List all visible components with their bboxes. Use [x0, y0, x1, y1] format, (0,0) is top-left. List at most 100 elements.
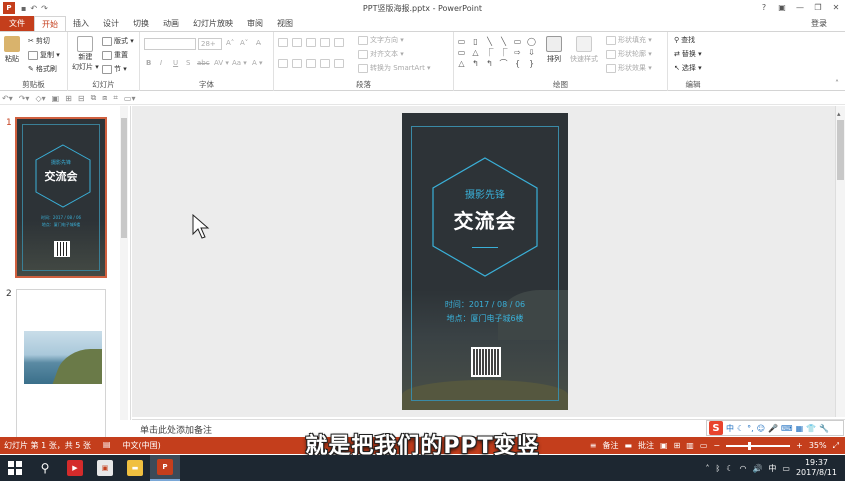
- smartart-button[interactable]: 转换为 SmartArt ▾: [358, 63, 431, 73]
- search-button[interactable]: ⚲: [30, 455, 60, 481]
- notes-toggle-label[interactable]: 备注: [602, 440, 618, 451]
- spellcheck-icon[interactable]: ▤: [103, 440, 111, 451]
- tab-design[interactable]: 设计: [96, 16, 126, 31]
- shrink-font-button[interactable]: A˅: [240, 39, 248, 47]
- minimize-icon[interactable]: —: [791, 0, 809, 14]
- undo-icon[interactable]: ↶: [30, 4, 37, 13]
- shadow-button[interactable]: S: [186, 59, 190, 67]
- tab-slideshow[interactable]: 幻灯片放映: [186, 16, 240, 31]
- arrange-button[interactable]: 排列: [546, 36, 562, 64]
- taskbar-app-1[interactable]: ▶: [60, 455, 90, 481]
- wrench-icon[interactable]: 🔧: [819, 424, 829, 433]
- new-slide-button[interactable]: 新建 幻灯片 ▾: [72, 36, 99, 72]
- comments-toggle-label[interactable]: 批注: [638, 440, 654, 451]
- action-center-icon[interactable]: ▭: [782, 464, 790, 473]
- punctuation-icon[interactable]: °,: [747, 424, 754, 433]
- panel-scroll-thumb[interactable]: [121, 118, 127, 238]
- sogou-logo-icon[interactable]: S: [709, 421, 723, 435]
- tab-transitions[interactable]: 切换: [126, 16, 156, 31]
- find-button[interactable]: ⚲ 查找: [674, 35, 695, 45]
- paste-button[interactable]: 粘贴: [4, 36, 20, 64]
- text-direction-button[interactable]: 文字方向 ▾: [358, 35, 404, 45]
- tab-insert[interactable]: 插入: [66, 16, 96, 31]
- zoom-level[interactable]: 35%: [809, 441, 827, 450]
- curved-arrow-icon[interactable]: ↰: [484, 59, 495, 68]
- canvas-scroll-thumb[interactable]: [837, 120, 844, 180]
- bold-button[interactable]: B: [146, 59, 151, 67]
- align-buttons[interactable]: [278, 59, 344, 68]
- rounded-rect-shape-icon[interactable]: ▭: [456, 48, 467, 57]
- zoom-slider-knob[interactable]: [748, 441, 752, 450]
- login-link[interactable]: 登录: [811, 16, 827, 31]
- elbow-arrow-icon[interactable]: ⎾: [498, 48, 509, 57]
- ime-mode-indicator[interactable]: 中: [726, 423, 734, 434]
- taskbar-powerpoint[interactable]: P: [150, 455, 180, 481]
- underline-button[interactable]: U: [173, 59, 178, 67]
- taskbar-app-2[interactable]: ▣: [90, 455, 120, 481]
- align-tool-icon[interactable]: ⊟: [78, 94, 85, 103]
- slide-time-text[interactable]: 时间：2017 / 08 / 06: [402, 299, 568, 310]
- select-button[interactable]: ↖ 选择 ▾: [674, 63, 702, 73]
- tab-review[interactable]: 审阅: [240, 16, 270, 31]
- start-button[interactable]: [0, 455, 30, 481]
- slide-qr-code[interactable]: [471, 347, 501, 377]
- microphone-icon[interactable]: 🎤: [768, 424, 778, 433]
- slide-place-text[interactable]: 地点：厦门电子城6楼: [402, 313, 568, 324]
- network-icon[interactable]: ◠: [739, 464, 746, 473]
- picture-tool-icon[interactable]: ▣: [52, 94, 60, 103]
- redo-icon[interactable]: ↷▾: [19, 94, 30, 103]
- save-icon[interactable]: ▪: [21, 4, 26, 13]
- slide-small-title[interactable]: 摄影先锋: [402, 186, 568, 201]
- slide-sorter-icon[interactable]: ⊞: [674, 441, 681, 450]
- skin-icon[interactable]: ▦: [796, 424, 804, 433]
- zoom-in-icon[interactable]: +: [796, 441, 803, 450]
- volume-icon[interactable]: 🔊: [752, 464, 762, 473]
- arrow-line-shape-icon[interactable]: ╲: [498, 37, 509, 46]
- table-tool-icon[interactable]: ⊞: [65, 94, 72, 103]
- reading-view-icon[interactable]: ▥: [686, 441, 694, 450]
- undo-icon[interactable]: ↶▾: [2, 94, 13, 103]
- font-name-field[interactable]: [144, 38, 196, 50]
- slide-editing-area[interactable]: 摄影先锋 交流会 时间：2017 / 08 / 06 地点：厦门电子城6楼: [132, 106, 835, 417]
- moon-tray-icon[interactable]: ☾: [726, 464, 733, 473]
- more-tools-icon[interactable]: ▭▾: [124, 94, 136, 103]
- fit-slide-icon[interactable]: ⤢: [833, 441, 839, 451]
- char-spacing-button[interactable]: AV ▾: [214, 59, 229, 67]
- rectangle-shape-icon[interactable]: ▭: [456, 37, 467, 46]
- font-color-button[interactable]: A ▾: [252, 59, 263, 67]
- font-size-field[interactable]: 28+: [198, 38, 222, 50]
- group-tool-icon[interactable]: ⧈: [102, 93, 107, 103]
- notes-toggle-icon[interactable]: ≡: [590, 441, 597, 450]
- arc-shape-icon[interactable]: ⌒: [498, 59, 509, 68]
- input-language[interactable]: 中: [768, 463, 776, 474]
- tab-view[interactable]: 视图: [270, 16, 300, 31]
- bluetooth-icon[interactable]: ᛒ: [715, 464, 720, 473]
- quick-styles-button[interactable]: 快速样式: [570, 36, 598, 64]
- strikethrough-button[interactable]: abc: [197, 59, 210, 67]
- comments-toggle-icon[interactable]: ▬: [624, 441, 632, 450]
- grow-font-button[interactable]: A˄: [226, 39, 234, 47]
- scroll-up-icon[interactable]: ▴: [837, 110, 841, 118]
- current-slide[interactable]: 摄影先锋 交流会 时间：2017 / 08 / 06 地点：厦门电子城6楼: [402, 113, 568, 410]
- close-icon[interactable]: ✕: [827, 0, 845, 14]
- slideshow-view-icon[interactable]: ▭: [700, 441, 708, 450]
- collapse-ribbon-icon[interactable]: ˄: [835, 79, 839, 88]
- powerpoint-app-icon[interactable]: P: [3, 2, 15, 14]
- ribbon-display-icon[interactable]: ▣: [773, 0, 791, 14]
- crop-tool-icon[interactable]: ⌗: [113, 93, 118, 103]
- elbow-connector-icon[interactable]: ⎾: [484, 48, 495, 57]
- textbox-shape-icon[interactable]: ▯: [470, 37, 481, 46]
- shape-effects-button[interactable]: 形状效果 ▾: [606, 63, 652, 73]
- zoom-slider[interactable]: [726, 441, 791, 450]
- reset-button[interactable]: 重置: [102, 50, 128, 60]
- copy-button[interactable]: 复制 ▾: [28, 50, 60, 60]
- language-status[interactable]: 中文(中国): [122, 440, 160, 451]
- zoom-out-icon[interactable]: −: [713, 441, 720, 450]
- slide-thumbnail-1[interactable]: 摄影先锋 交流会 时间：2017 / 08 / 06 地点：厦门电子城6楼: [15, 117, 107, 278]
- tab-file[interactable]: 文件: [0, 16, 34, 31]
- align-text-button[interactable]: 对齐文本 ▾: [358, 49, 404, 59]
- canvas-scrollbar[interactable]: ▴: [835, 106, 845, 417]
- shirt-icon[interactable]: 👕: [806, 424, 816, 433]
- list-buttons[interactable]: [278, 38, 344, 47]
- tab-home[interactable]: 开始: [34, 16, 66, 31]
